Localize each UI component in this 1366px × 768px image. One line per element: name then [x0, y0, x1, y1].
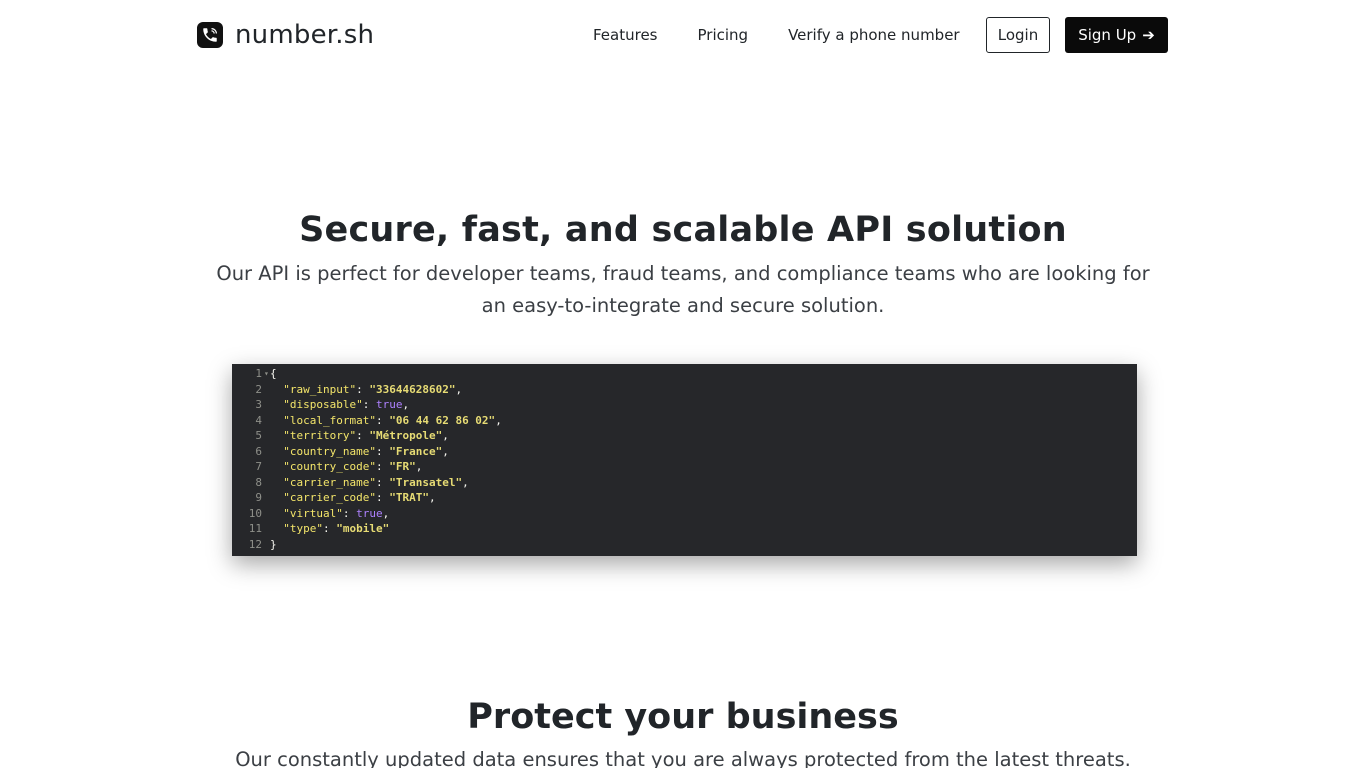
- code-content: "carrier_name": "Transatel",: [270, 475, 469, 491]
- nav-link-verify-phone[interactable]: Verify a phone number: [768, 26, 980, 44]
- close-brace: }: [270, 537, 277, 551]
- json-key: "carrier_name": [283, 475, 376, 489]
- line-number: 4: [255, 413, 262, 427]
- json-key: "carrier_code": [283, 491, 376, 504]
- code-line: 8 "carrier_name": "Transatel",: [232, 475, 1137, 491]
- code-content: "territory": "Métropole",: [270, 428, 449, 444]
- code-content: {: [270, 366, 277, 382]
- json-value: "Métropole": [369, 429, 443, 442]
- code-line: 11 "type": "mobile": [232, 521, 1137, 537]
- comma: ,: [495, 413, 502, 427]
- json-key: "virtual": [283, 506, 343, 520]
- arrow-right-icon: ➔: [1142, 26, 1155, 44]
- hero-subtitle: Our API is perfect for developer teams, …: [216, 262, 1150, 317]
- code-line: 10 "virtual": true,: [232, 506, 1137, 522]
- hero-title: Secure, fast, and scalable API solution: [299, 210, 1067, 250]
- code-content: "country_code": "FR",: [270, 459, 422, 475]
- colon: :: [362, 398, 376, 411]
- json-value: true: [375, 398, 403, 411]
- code-content: }: [270, 537, 277, 553]
- code-line: 1 ▾{: [232, 366, 1137, 382]
- code-content: "virtual": true,: [270, 506, 389, 522]
- line-number: 1: [255, 367, 262, 380]
- line-number: 12: [248, 537, 262, 551]
- colon: :: [375, 444, 390, 458]
- code-line: 9 "carrier_code": "TRAT",: [232, 490, 1137, 506]
- code-content: "carrier_code": "TRAT",: [270, 490, 436, 506]
- json-key: "raw_input": [283, 382, 357, 396]
- navbar: number.sh Features Pricing Verify a phon…: [0, 0, 1366, 70]
- code-line: 6 "country_name": "France",: [232, 444, 1137, 460]
- nav-link-pricing[interactable]: Pricing: [678, 26, 769, 44]
- json-key: "local_format": [283, 413, 376, 427]
- brand-link[interactable]: number.sh: [197, 17, 374, 53]
- comma: ,: [462, 475, 469, 489]
- colon: :: [375, 460, 390, 473]
- colon: :: [375, 413, 390, 427]
- code-content: "country_name": "France",: [270, 444, 449, 460]
- signup-label: Sign Up: [1078, 26, 1137, 44]
- code-content: "type": "mobile": [270, 521, 389, 537]
- colon: :: [323, 522, 337, 535]
- line-number: 7: [255, 460, 262, 473]
- brand-name: number.sh: [235, 20, 375, 50]
- protect-title: Protect your business: [467, 697, 899, 737]
- code-content: "local_format": "06 44 62 86 02",: [270, 413, 502, 429]
- json-value: "FR": [389, 460, 416, 473]
- signup-button[interactable]: Sign Up ➔: [1065, 17, 1168, 53]
- json-value: "France": [389, 444, 443, 458]
- code-line: 12}: [232, 537, 1137, 553]
- colon: :: [375, 491, 390, 504]
- json-key: "country_name": [283, 444, 376, 458]
- json-key: "country_code": [283, 460, 376, 473]
- fold-arrow-icon: ▾: [264, 369, 269, 378]
- code-line: 4 "local_format": "06 44 62 86 02",: [232, 413, 1137, 429]
- colon: :: [356, 382, 370, 396]
- nav-links: Features Pricing Verify a phone number: [573, 17, 980, 53]
- json-value: "06 44 62 86 02": [389, 413, 496, 427]
- page: number.sh Features Pricing Verify a phon…: [0, 0, 1366, 768]
- line-number: 11: [248, 522, 262, 535]
- line-number: 10: [248, 506, 262, 520]
- protect-subtitle: Our constantly updated data ensures that…: [235, 748, 1131, 768]
- comma: ,: [415, 460, 423, 473]
- code-line: 5 "territory": "Métropole",: [232, 428, 1137, 444]
- comma: ,: [382, 506, 390, 520]
- json-key: "type": [283, 522, 323, 535]
- code-content: "raw_input": "33644628602",: [270, 382, 462, 398]
- json-value: "Transatel": [389, 475, 463, 489]
- comma: ,: [455, 382, 463, 396]
- comma: ,: [428, 491, 436, 504]
- json-value: "mobile": [336, 522, 390, 535]
- open-brace: {: [270, 367, 277, 380]
- login-button[interactable]: Login: [986, 17, 1050, 53]
- line-number: 8: [255, 475, 262, 489]
- code-line: 3 "disposable": true,: [232, 397, 1137, 413]
- colon: :: [375, 475, 390, 489]
- json-key: "territory": [283, 429, 357, 442]
- phone-icon: [197, 22, 223, 48]
- json-value: "TRAT": [389, 491, 429, 504]
- code-lines: 1 ▾{2 "raw_input": "33644628602", 3 "dispo…: [232, 364, 1137, 552]
- code-line: 2 "raw_input": "33644628602",: [232, 382, 1137, 398]
- line-number: 2: [255, 382, 262, 396]
- json-value: true: [356, 506, 383, 520]
- code-line: 7 "country_code": "FR",: [232, 459, 1137, 475]
- json-key: "disposable": [283, 398, 363, 411]
- nav-link-features[interactable]: Features: [573, 26, 678, 44]
- comma: ,: [442, 429, 449, 442]
- comma: ,: [442, 444, 449, 458]
- line-number: 3: [255, 398, 262, 411]
- json-value: "33644628602": [369, 382, 456, 396]
- code-content: "disposable": true,: [270, 397, 409, 413]
- colon: :: [342, 506, 357, 520]
- colon: :: [356, 429, 370, 442]
- api-response-code-sample: 1 ▾{2 "raw_input": "33644628602", 3 "dispo…: [232, 364, 1137, 556]
- comma: ,: [402, 398, 410, 411]
- line-number: 5: [255, 429, 262, 442]
- line-number: 6: [255, 444, 262, 458]
- line-number: 9: [255, 491, 262, 504]
